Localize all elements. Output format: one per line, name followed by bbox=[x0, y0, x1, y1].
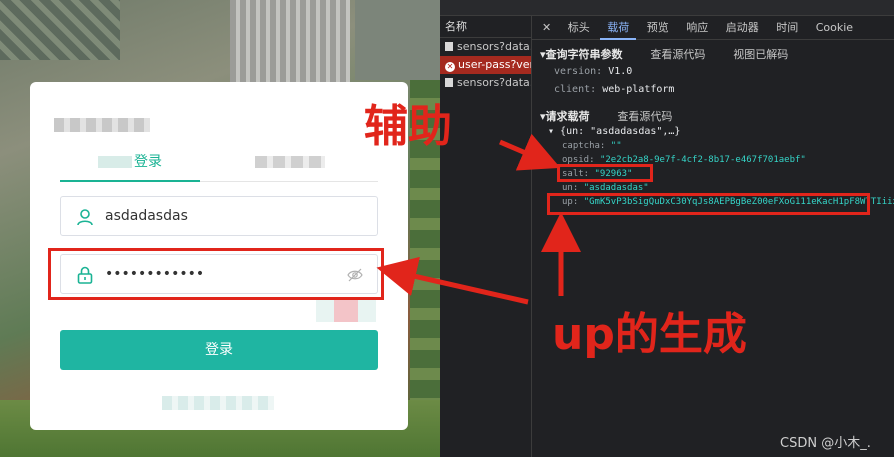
payload-summary-text: {un: "asdadasdas",…} bbox=[560, 126, 681, 137]
view-decoded-link[interactable]: 视图已解码 bbox=[733, 48, 788, 61]
file-icon bbox=[445, 42, 453, 51]
background-building bbox=[0, 0, 120, 60]
query-param-row: version: V1.0 bbox=[554, 66, 632, 77]
username-value: asdadasdas bbox=[105, 208, 188, 224]
payload-value: "" bbox=[610, 141, 622, 151]
file-icon bbox=[445, 78, 453, 87]
param-key: version: bbox=[554, 66, 603, 77]
user-icon bbox=[77, 209, 93, 226]
payload-value: "asdadasdas" bbox=[583, 183, 649, 193]
tab-headers[interactable]: 标头 bbox=[561, 16, 597, 40]
payload-key: captcha: bbox=[562, 141, 606, 151]
login-background: 登录 asdadasdas •••••••••••• 登录 bbox=[0, 0, 440, 457]
payload-key: un: bbox=[562, 183, 579, 193]
param-value: V1.0 bbox=[608, 66, 633, 77]
request-item-selected[interactable]: ✕user-pass?ver... bbox=[440, 56, 531, 74]
background-building bbox=[355, 0, 440, 80]
blurred-text bbox=[255, 156, 325, 168]
blurred-link[interactable] bbox=[316, 300, 376, 322]
tab-login-label: 登录 bbox=[134, 154, 162, 170]
annotation-up-generation: up的生成 bbox=[552, 309, 747, 360]
request-detail: ✕ 标头 载荷 预览 响应 启动器 时间 Cookie ▾查询字符串参数 查看源… bbox=[532, 16, 894, 457]
tab-timing[interactable]: 时间 bbox=[769, 16, 805, 40]
name-column-header: 名称 bbox=[440, 16, 531, 38]
blurred-footer-text bbox=[162, 396, 274, 410]
tab-other-login[interactable] bbox=[240, 150, 340, 182]
tab-password-login[interactable]: 登录 bbox=[60, 150, 200, 182]
payload-row: un: "asdadasdas" bbox=[562, 183, 649, 193]
request-name: sensors?data... bbox=[457, 76, 531, 89]
close-icon[interactable]: ✕ bbox=[532, 16, 557, 40]
password-highlight-box bbox=[48, 248, 384, 300]
request-item[interactable]: sensors?data... bbox=[440, 38, 531, 56]
param-key: client: bbox=[554, 84, 597, 95]
payload-section[interactable]: ▾请求载荷 查看源代码 bbox=[540, 108, 672, 124]
view-source-link[interactable]: 查看源代码 bbox=[617, 110, 672, 123]
username-field[interactable]: asdadasdas bbox=[60, 196, 378, 236]
csdn-watermark: CSDN @小木_. bbox=[780, 436, 871, 451]
payload-row: captcha: "" bbox=[562, 141, 622, 151]
annotation-helper: 辅助 bbox=[364, 101, 452, 152]
query-section-title: 查询字符串参数 bbox=[545, 48, 623, 61]
tab-payload[interactable]: 载荷 bbox=[600, 16, 637, 40]
param-value: web-platform bbox=[602, 84, 675, 95]
request-list: 名称 sensors?data... ✕user-pass?ver... sen… bbox=[440, 16, 532, 457]
query-param-row: client: web-platform bbox=[554, 84, 674, 95]
request-item[interactable]: sensors?data... bbox=[440, 74, 531, 92]
tab-response[interactable]: 响应 bbox=[679, 16, 715, 40]
devtools-toolbar bbox=[440, 0, 894, 16]
payload-section-title: 请求载荷 bbox=[545, 110, 590, 123]
tab-initiator[interactable]: 启动器 bbox=[719, 16, 766, 40]
query-params-section[interactable]: ▾查询字符串参数 查看源代码 视图已解码 bbox=[540, 46, 788, 62]
tab-preview[interactable]: 预览 bbox=[640, 16, 676, 40]
triangle-down-icon: ▾ bbox=[548, 126, 561, 137]
detail-tabs: ✕ 标头 载荷 预览 响应 启动器 时间 Cookie bbox=[532, 16, 894, 40]
error-icon: ✕ bbox=[445, 62, 455, 72]
devtools-panel: 名称 sensors?data... ✕user-pass?ver... sen… bbox=[440, 0, 894, 457]
blurred-logo bbox=[54, 118, 150, 132]
request-name: sensors?data... bbox=[457, 40, 531, 53]
background-building bbox=[230, 0, 350, 90]
blurred-text bbox=[98, 156, 132, 168]
login-button[interactable]: 登录 bbox=[60, 330, 378, 370]
login-tabs: 登录 bbox=[60, 150, 378, 182]
tab-cookies[interactable]: Cookie bbox=[809, 16, 860, 40]
salt-highlight-box bbox=[557, 164, 653, 182]
request-name: user-pass?ver... bbox=[458, 58, 531, 71]
up-highlight-box bbox=[547, 193, 870, 215]
view-source-link[interactable]: 查看源代码 bbox=[650, 48, 705, 61]
payload-summary[interactable]: ▾ {un: "asdadasdas",…} bbox=[548, 126, 680, 137]
